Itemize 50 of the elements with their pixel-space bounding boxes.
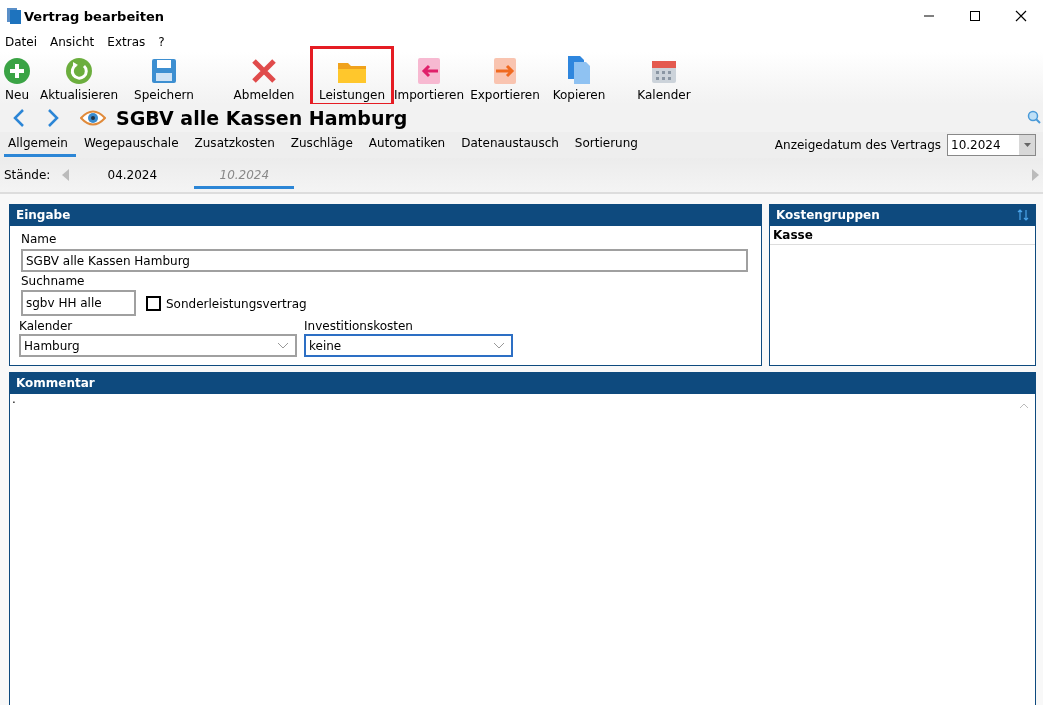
investment-costs-dropdown[interactable]: keine bbox=[304, 334, 513, 357]
display-date-dropdown[interactable]: 10.2024 bbox=[947, 134, 1036, 156]
special-contract-checkbox[interactable]: Sonderleistungsvertrag bbox=[146, 296, 307, 311]
import-icon bbox=[416, 57, 442, 85]
menu-item[interactable]: ? bbox=[158, 35, 165, 49]
eye-icon bbox=[80, 109, 106, 127]
versions-label: Stände: bbox=[4, 168, 51, 182]
sort-icon[interactable] bbox=[1017, 209, 1029, 221]
app-icon bbox=[7, 8, 21, 24]
comment-text[interactable]: . bbox=[10, 394, 1035, 408]
window-title: Vertrag bearbeiten bbox=[24, 8, 164, 24]
search-icon[interactable] bbox=[1027, 110, 1041, 124]
cross-icon bbox=[250, 57, 278, 85]
chevron-down-icon bbox=[277, 342, 289, 349]
copy-icon bbox=[566, 55, 592, 85]
maximize-icon[interactable] bbox=[969, 10, 981, 22]
version-tab[interactable]: 04.2024 bbox=[82, 161, 183, 189]
refresh-icon bbox=[65, 57, 93, 85]
panel-header: Kostengruppen bbox=[770, 205, 1035, 226]
name-field[interactable]: SGBV alle Kassen Hamburg bbox=[21, 249, 748, 272]
tab[interactable]: Automatiken bbox=[364, 133, 454, 157]
menu-item[interactable]: Ansicht bbox=[50, 35, 95, 49]
plus-icon bbox=[3, 57, 31, 85]
back-icon[interactable] bbox=[12, 108, 26, 128]
scroll-up-icon[interactable] bbox=[1019, 403, 1029, 409]
tab[interactable]: Datenaustausch bbox=[457, 133, 567, 157]
field-label: Suchname bbox=[21, 274, 86, 288]
save-icon bbox=[150, 57, 178, 85]
export-icon bbox=[492, 57, 518, 85]
toolbar-button[interactable]: Abmelden bbox=[224, 46, 304, 106]
tab[interactable]: Sortierung bbox=[570, 133, 646, 157]
menu-item[interactable]: Extras bbox=[107, 35, 146, 49]
field-label: Investitionskosten bbox=[304, 319, 414, 333]
panel-header: Eingabe bbox=[10, 205, 761, 226]
search-name-field[interactable]: sgbv HH alle bbox=[21, 290, 136, 316]
tab[interactable]: Zusatzkosten bbox=[190, 133, 283, 157]
record-title: SGBV alle Kassen Hamburg bbox=[116, 107, 408, 129]
forward-icon[interactable] bbox=[46, 108, 60, 128]
tab[interactable]: Zuschläge bbox=[286, 133, 361, 157]
chevron-down-icon bbox=[493, 342, 505, 349]
field-label: Kalender bbox=[19, 319, 74, 333]
tab[interactable]: Wegepauschale bbox=[79, 133, 187, 157]
panel-header: Kommentar bbox=[10, 373, 1035, 394]
column-header: Kasse bbox=[770, 226, 1035, 245]
calendar-dropdown[interactable]: Hamburg bbox=[19, 334, 297, 357]
menu-item[interactable]: Datei bbox=[5, 35, 37, 49]
dropdown-arrow-icon bbox=[1023, 143, 1031, 147]
field-label: Name bbox=[21, 232, 58, 246]
close-icon[interactable] bbox=[1015, 10, 1027, 22]
display-date-label: Anzeigedatum des Vertrags bbox=[774, 138, 941, 152]
